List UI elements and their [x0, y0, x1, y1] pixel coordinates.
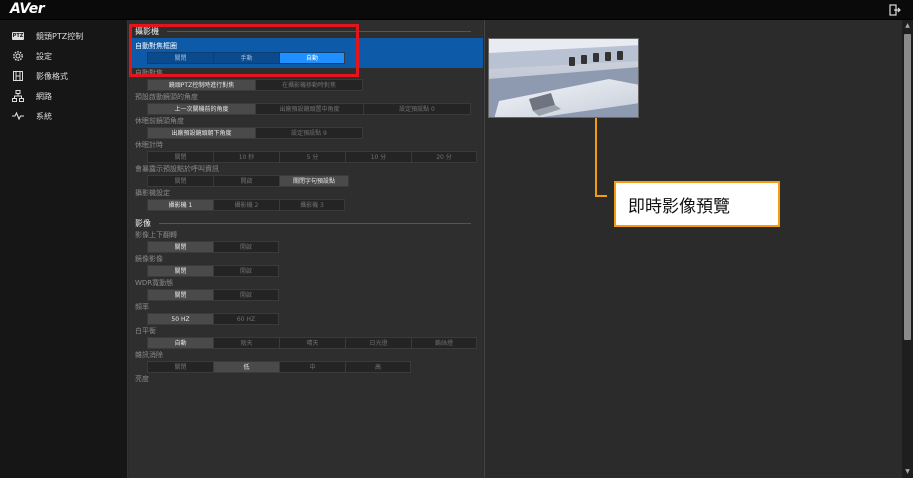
sidebar-item-label: 網路 — [36, 91, 52, 101]
auto-framing-off[interactable]: 關閉 — [147, 52, 213, 64]
exit-icon[interactable] — [889, 4, 901, 16]
camera-id-label: 攝影機設定 — [135, 189, 170, 197]
brightness-label: 亮度 — [135, 375, 149, 383]
white-balance-label: 白平衡 — [135, 327, 156, 335]
preview-callout: 即時影像預覽 — [614, 181, 780, 227]
sleep-angle-label: 休眠前鏡頭角度 — [135, 117, 184, 125]
startup-center-option[interactable]: 出廠預設鏡頭置中角度 — [255, 103, 363, 115]
wdr-on[interactable]: 開啟 — [213, 289, 279, 301]
flip-row: 影像上下翻轉 關閉 開啟 — [129, 230, 483, 253]
auto-focus-label: 自動對焦 — [135, 69, 163, 77]
auto-framing-label: 自動對焦框圈 — [135, 42, 177, 50]
wb-sunny[interactable]: 晴天 — [279, 337, 345, 349]
sleep-timer-row: 休眠計時 關閉 10 秒 5 分 10 分 20 分 — [129, 140, 483, 163]
frequency-label: 頻率 — [135, 303, 149, 311]
wb-cloudy[interactable]: 陰天 — [213, 337, 279, 349]
sidebar-item-label: 鏡頭PTZ控制 — [36, 31, 84, 41]
sleep-timer-20m[interactable]: 20 分 — [411, 151, 477, 163]
nr-medium[interactable]: 中 — [279, 361, 345, 373]
settings-panel: 攝影機 自動對焦框圈 關閉 手動 自動 自動對焦 鏡頭PTZ控制時進行對焦 在攝… — [129, 20, 483, 478]
mirror-row: 鏡像影像 關閉 開啟 — [129, 254, 483, 277]
live-preview-image — [488, 38, 639, 118]
preset-call-row: 會暴露示預設點於呼叫資訊 關閉 開啟 關閉字句預設點 — [129, 164, 483, 187]
camera-2-option[interactable]: 攝影機 2 — [213, 199, 279, 211]
camera-section-title: 攝影機 — [129, 24, 483, 38]
preset-call-off[interactable]: 關閉 — [147, 175, 213, 187]
frequency-60hz[interactable]: 60 HZ — [213, 313, 279, 325]
startup-preset-option[interactable]: 設定預設點 0 — [363, 103, 471, 115]
sidebar-item-system[interactable]: 系統 — [0, 106, 127, 126]
mirror-off[interactable]: 關閉 — [147, 265, 213, 277]
noise-reduction-label: 雜訊消除 — [135, 351, 163, 359]
wdr-label: WDR寬動態 — [135, 279, 174, 287]
startup-angle-label: 預設啟動鏡頭的角度 — [135, 93, 198, 101]
gear-icon — [12, 50, 24, 62]
noise-reduction-row: 雜訊消除 關閉 低 中 高 — [129, 350, 483, 373]
mirror-on[interactable]: 開啟 — [213, 265, 279, 277]
sleep-preset-option[interactable]: 設定預設點 9 — [255, 127, 363, 139]
sidebar: PTZ 鏡頭PTZ控制 設定 影像格式 網路 系統 — [0, 20, 128, 478]
focus-on-move-option[interactable]: 在攝影機移動時對焦 — [255, 79, 363, 91]
ptz-icon: PTZ — [11, 32, 25, 40]
scrollbar[interactable]: ▲ ▼ — [902, 20, 913, 478]
wdr-row: WDR寬動態 關閉 開啟 — [129, 278, 483, 301]
auto-framing-manual[interactable]: 手動 — [213, 52, 279, 64]
flip-off[interactable]: 關閉 — [147, 241, 213, 253]
startup-angle-row: 預設啟動鏡頭的角度 上一次關機前的角度 出廠預設鏡頭置中角度 設定預設點 0 — [129, 92, 483, 115]
callout-connector-vertical — [595, 118, 597, 196]
nr-low[interactable]: 低 — [213, 361, 279, 373]
camera-3-option[interactable]: 攝影機 3 — [279, 199, 345, 211]
auto-framing-auto[interactable]: 自動 — [279, 52, 345, 64]
sidebar-item-ptz[interactable]: PTZ 鏡頭PTZ控制 — [0, 26, 127, 46]
sidebar-item-network[interactable]: 網路 — [0, 86, 127, 106]
sidebar-item-label: 影像格式 — [36, 71, 68, 81]
frequency-row: 頻率 50 HZ 60 HZ — [129, 302, 483, 325]
sidebar-item-video-format[interactable]: 影像格式 — [0, 66, 127, 86]
top-bar: AVer — [0, 0, 913, 20]
wb-auto[interactable]: 自動 — [147, 337, 213, 349]
sleep-down-option[interactable]: 出廠預設鏡頭朝下角度 — [147, 127, 255, 139]
sleep-timer-10s[interactable]: 10 秒 — [213, 151, 279, 163]
network-icon — [12, 90, 24, 102]
aver-logo: AVer — [10, 1, 45, 17]
callout-connector-horizontal — [595, 195, 607, 197]
nr-off[interactable]: 關閉 — [147, 361, 213, 373]
film-icon — [12, 70, 24, 82]
sidebar-item-settings[interactable]: 設定 — [0, 46, 127, 66]
startup-last-angle-option[interactable]: 上一次關機前的角度 — [147, 103, 255, 115]
frequency-50hz[interactable]: 50 HZ — [147, 313, 213, 325]
image-section-title: 影像 — [129, 216, 483, 230]
sleep-timer-10m[interactable]: 10 分 — [345, 151, 411, 163]
focus-on-ptz-option[interactable]: 鏡頭PTZ控制時進行對焦 — [147, 79, 255, 91]
camera-1-option[interactable]: 攝影機 1 — [147, 199, 213, 211]
preview-panel — [484, 20, 902, 478]
auto-framing-row: 自動對焦框圈 關閉 手動 自動 — [129, 38, 483, 68]
wb-fluorescent[interactable]: 日光燈 — [345, 337, 411, 349]
scroll-up-icon[interactable]: ▲ — [904, 22, 911, 30]
sleep-timer-label: 休眠計時 — [135, 141, 163, 149]
sleep-timer-5m[interactable]: 5 分 — [279, 151, 345, 163]
scroll-down-icon[interactable]: ▼ — [904, 468, 911, 476]
white-balance-row: 白平衡 自動 陰天 晴天 日光燈 鎢絲燈 — [129, 326, 483, 349]
flip-on[interactable]: 開啟 — [213, 241, 279, 253]
sleep-angle-row: 休眠前鏡頭角度 出廠預設鏡頭朝下角度 設定預設點 9 — [129, 116, 483, 139]
sidebar-item-label: 設定 — [36, 51, 52, 61]
scroll-thumb[interactable] — [904, 34, 911, 340]
preset-call-label: 會暴露示預設點於呼叫資訊 — [135, 165, 219, 173]
sleep-timer-off[interactable]: 關閉 — [147, 151, 213, 163]
auto-framing-toggle: 關閉 手動 自動 — [147, 52, 483, 64]
mirror-label: 鏡像影像 — [135, 255, 163, 263]
auto-focus-row: 自動對焦 鏡頭PTZ控制時進行對焦 在攝影機移動時對焦 — [129, 68, 483, 91]
flip-label: 影像上下翻轉 — [135, 231, 177, 239]
camera-id-row: 攝影機設定 攝影機 1 攝影機 2 攝影機 3 — [129, 188, 483, 211]
nr-high[interactable]: 高 — [345, 361, 411, 373]
brightness-row: 亮度 — [129, 374, 483, 385]
preset-call-on[interactable]: 開啟 — [213, 175, 279, 187]
wb-tungsten[interactable]: 鎢絲燈 — [411, 337, 477, 349]
wdr-off[interactable]: 關閉 — [147, 289, 213, 301]
sidebar-item-label: 系統 — [36, 111, 52, 121]
pulse-icon — [12, 110, 24, 122]
preset-call-text-off[interactable]: 關閉字句預設點 — [279, 175, 349, 187]
